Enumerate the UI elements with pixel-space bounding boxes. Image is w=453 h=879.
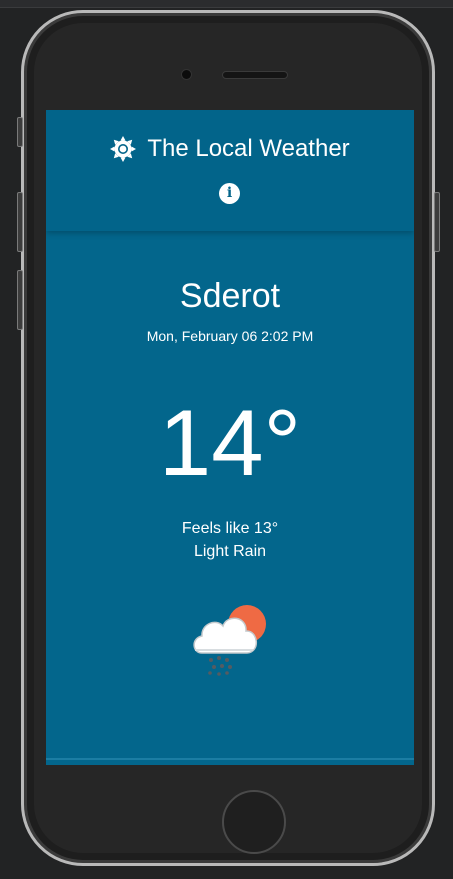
volume-up-button: [17, 192, 23, 252]
home-button[interactable]: [222, 790, 286, 854]
mute-switch: [17, 117, 23, 147]
app-screen: The Local Weather i Sderot Mon, February…: [46, 110, 414, 765]
power-button: [434, 192, 440, 252]
info-icon[interactable]: i: [219, 183, 240, 204]
app-header: The Local Weather i: [46, 110, 414, 231]
temperature: 14°: [158, 390, 302, 495]
app-title: The Local Weather: [147, 135, 350, 162]
sun-gear-icon: [110, 136, 137, 162]
camera-icon: [182, 70, 191, 79]
volume-down-button: [17, 270, 23, 330]
screen-bottom-divider: [46, 758, 414, 760]
info-icon-glyph: i: [226, 185, 233, 201]
feels-like: Feels like 13°: [181, 520, 279, 537]
date-time: Mon, February 06 2:02 PM: [146, 328, 314, 344]
cloud-sun-rain-icon: [189, 598, 271, 678]
city-name: Sderot: [179, 277, 281, 315]
speaker-grille: [222, 71, 288, 79]
window-top-bar: [0, 0, 453, 8]
weather-condition: Light Rain: [193, 543, 267, 560]
header-title-row: The Local Weather: [46, 135, 414, 163]
